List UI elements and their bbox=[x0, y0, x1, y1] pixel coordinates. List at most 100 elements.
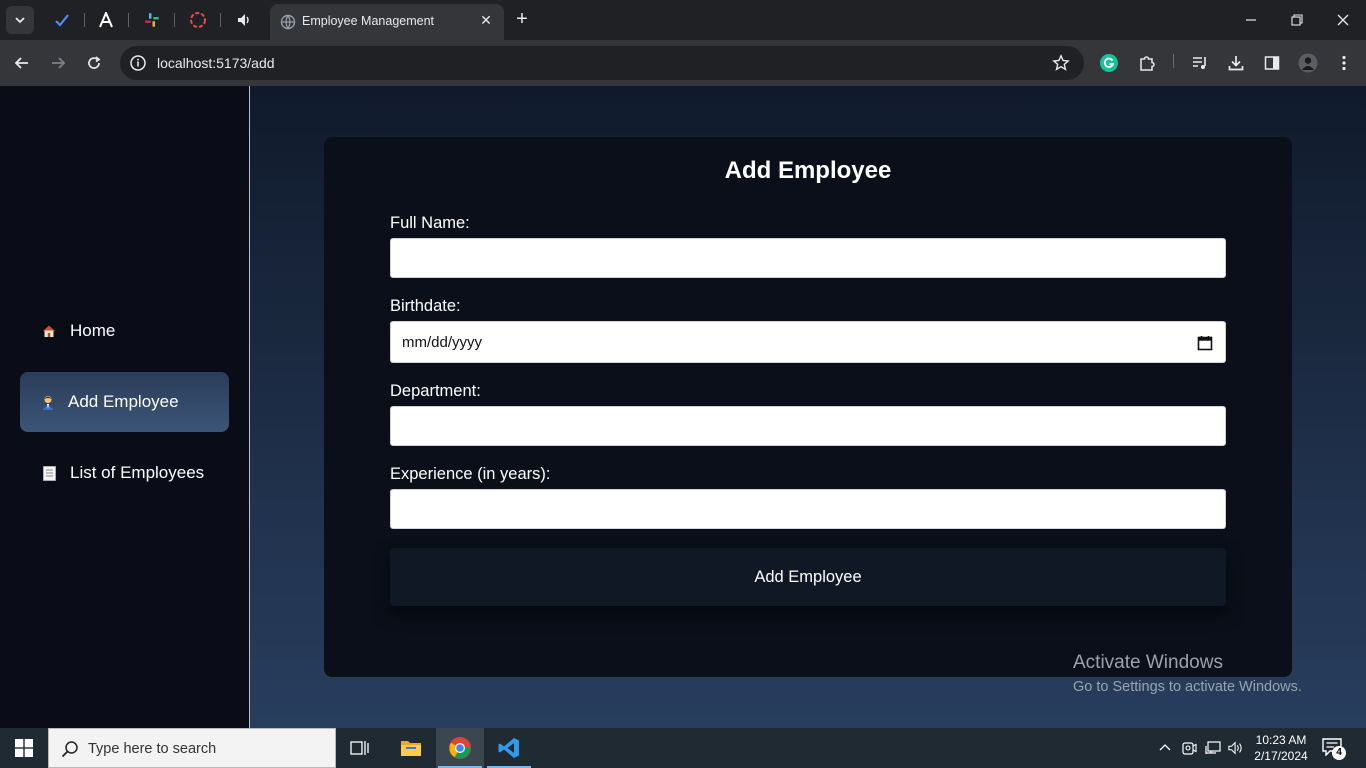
chrome-icon bbox=[449, 737, 471, 759]
browser-tab-strip: Employee Management ✕ + bbox=[0, 0, 1366, 40]
notification-count-badge: 4 bbox=[1332, 746, 1346, 760]
meet-now-button[interactable] bbox=[1181, 740, 1197, 756]
main-content: Add Employee Full Name: Birthdate: mm/dd… bbox=[250, 86, 1366, 728]
taskbar-search-box[interactable]: Type here to search bbox=[48, 728, 336, 768]
add-employee-card: Add Employee Full Name: Birthdate: mm/dd… bbox=[324, 137, 1292, 677]
profile-avatar[interactable] bbox=[1298, 53, 1318, 73]
download-icon bbox=[1228, 56, 1244, 71]
pinned-tab-circle[interactable] bbox=[186, 8, 210, 32]
network-button[interactable] bbox=[1205, 740, 1221, 756]
sidebar-item-label: Home bbox=[70, 321, 116, 340]
vscode-taskbar-button[interactable] bbox=[485, 728, 533, 768]
letter-a-icon bbox=[99, 12, 113, 28]
reload-icon bbox=[88, 56, 101, 69]
office-worker-icon bbox=[40, 394, 56, 410]
folder-icon bbox=[401, 741, 421, 756]
avatar-icon bbox=[1298, 53, 1318, 73]
search-placeholder: Type here to search bbox=[88, 741, 217, 757]
birthdate-input[interactable]: mm/dd/yyyy bbox=[390, 321, 1226, 363]
form-title: Add Employee bbox=[724, 157, 892, 184]
show-hidden-icons-button[interactable] bbox=[1157, 740, 1173, 756]
sidebar-item-list-of-employees[interactable]: List of Employees bbox=[20, 443, 229, 503]
birthdate-value: mm/dd/yyyy bbox=[402, 334, 483, 351]
task-view-icon bbox=[350, 741, 369, 755]
side-panel-button[interactable] bbox=[1262, 53, 1282, 73]
full-name-input[interactable] bbox=[390, 238, 1226, 278]
tab-separator bbox=[220, 13, 221, 27]
reload-button[interactable] bbox=[81, 50, 107, 76]
house-icon bbox=[41, 323, 57, 339]
url-text: localhost:5173/add bbox=[157, 55, 275, 71]
chevron-up-icon bbox=[1159, 744, 1171, 751]
sidebar: Home Add Employee List of Employees bbox=[0, 86, 250, 728]
clock-date: 2/17/2024 bbox=[1254, 749, 1308, 763]
dashed-circle-icon bbox=[190, 12, 206, 28]
media-controls-button[interactable] bbox=[1190, 53, 1210, 73]
windows-logo-icon bbox=[15, 739, 33, 757]
tab-separator bbox=[84, 13, 85, 27]
network-icon bbox=[1205, 741, 1221, 754]
vertical-dots-icon bbox=[1342, 55, 1346, 71]
site-info-icon[interactable] bbox=[128, 53, 148, 73]
add-employee-submit-button[interactable]: Add Employee bbox=[390, 548, 1226, 606]
music-queue-icon bbox=[1193, 57, 1206, 69]
activate-windows-watermark: Activate Windows Go to Settings to activ… bbox=[1073, 652, 1302, 695]
sidebar-item-add-employee[interactable]: Add Employee bbox=[20, 372, 229, 432]
restore-button[interactable] bbox=[1274, 0, 1320, 40]
document-icon bbox=[41, 465, 57, 481]
birthdate-label: Birthdate: bbox=[390, 297, 461, 315]
sidebar-item-home[interactable]: Home bbox=[20, 301, 229, 361]
department-input[interactable] bbox=[390, 406, 1226, 446]
notification-center-button[interactable]: 4 bbox=[1322, 738, 1346, 760]
pinned-tab-slack[interactable] bbox=[140, 8, 164, 32]
pinned-tab-letter-a[interactable] bbox=[94, 8, 118, 32]
file-explorer-button[interactable] bbox=[387, 728, 435, 768]
tab-search-button[interactable] bbox=[6, 6, 34, 34]
chrome-menu-button[interactable] bbox=[1334, 53, 1354, 73]
close-tab-icon[interactable]: ✕ bbox=[476, 10, 496, 30]
downloads-button[interactable] bbox=[1226, 53, 1246, 73]
tab-title: Employee Management bbox=[302, 14, 435, 28]
pinned-tab-todo[interactable] bbox=[50, 8, 74, 32]
close-window-button[interactable] bbox=[1320, 0, 1366, 40]
pinned-tab-audio[interactable] bbox=[232, 8, 256, 32]
windows-taskbar: Type here to search 10:23 AM 2/17/2024 4 bbox=[0, 728, 1366, 768]
search-icon bbox=[61, 741, 78, 758]
grammarly-extension-button[interactable] bbox=[1099, 53, 1119, 73]
experience-input[interactable] bbox=[390, 489, 1226, 529]
back-button[interactable] bbox=[9, 50, 35, 76]
clock-time: 10:23 AM bbox=[1255, 733, 1307, 747]
arrow-left-icon bbox=[14, 57, 28, 69]
watermark-title: Activate Windows bbox=[1073, 652, 1223, 673]
app-viewport: Home Add Employee List of Employees Add … bbox=[0, 86, 1366, 728]
puzzle-piece-icon bbox=[1140, 56, 1155, 71]
vscode-icon bbox=[498, 738, 519, 758]
browser-toolbar: localhost:5173/add bbox=[0, 40, 1366, 86]
minimize-icon bbox=[1246, 19, 1256, 21]
side-panel-icon bbox=[1264, 56, 1280, 70]
toolbar-separator bbox=[1173, 54, 1174, 68]
new-tab-button[interactable]: + bbox=[510, 8, 534, 32]
speaker-icon bbox=[238, 14, 249, 26]
watermark-subtitle: Go to Settings to activate Windows. bbox=[1073, 679, 1302, 695]
address-bar[interactable]: localhost:5173/add bbox=[120, 46, 1084, 80]
minimize-button[interactable] bbox=[1228, 0, 1274, 40]
extensions-button[interactable] bbox=[1137, 53, 1157, 73]
checkmark-icon bbox=[55, 14, 69, 27]
calendar-icon[interactable] bbox=[1197, 335, 1213, 351]
volume-button[interactable] bbox=[1228, 740, 1244, 756]
globe-icon bbox=[280, 14, 296, 30]
arrow-right-icon bbox=[52, 57, 66, 69]
task-view-button[interactable] bbox=[336, 728, 384, 768]
close-icon bbox=[1337, 14, 1349, 26]
start-button[interactable] bbox=[0, 728, 48, 768]
active-tab[interactable]: Employee Management ✕ bbox=[270, 4, 504, 40]
sidebar-item-label: List of Employees bbox=[70, 463, 205, 482]
forward-button[interactable] bbox=[45, 50, 71, 76]
bookmark-star-icon[interactable] bbox=[1052, 54, 1070, 72]
full-name-label: Full Name: bbox=[390, 214, 470, 232]
restore-icon bbox=[1291, 14, 1303, 26]
tab-separator bbox=[174, 13, 175, 27]
chrome-taskbar-button[interactable] bbox=[436, 728, 484, 768]
taskbar-clock[interactable]: 10:23 AM 2/17/2024 bbox=[1250, 732, 1312, 764]
